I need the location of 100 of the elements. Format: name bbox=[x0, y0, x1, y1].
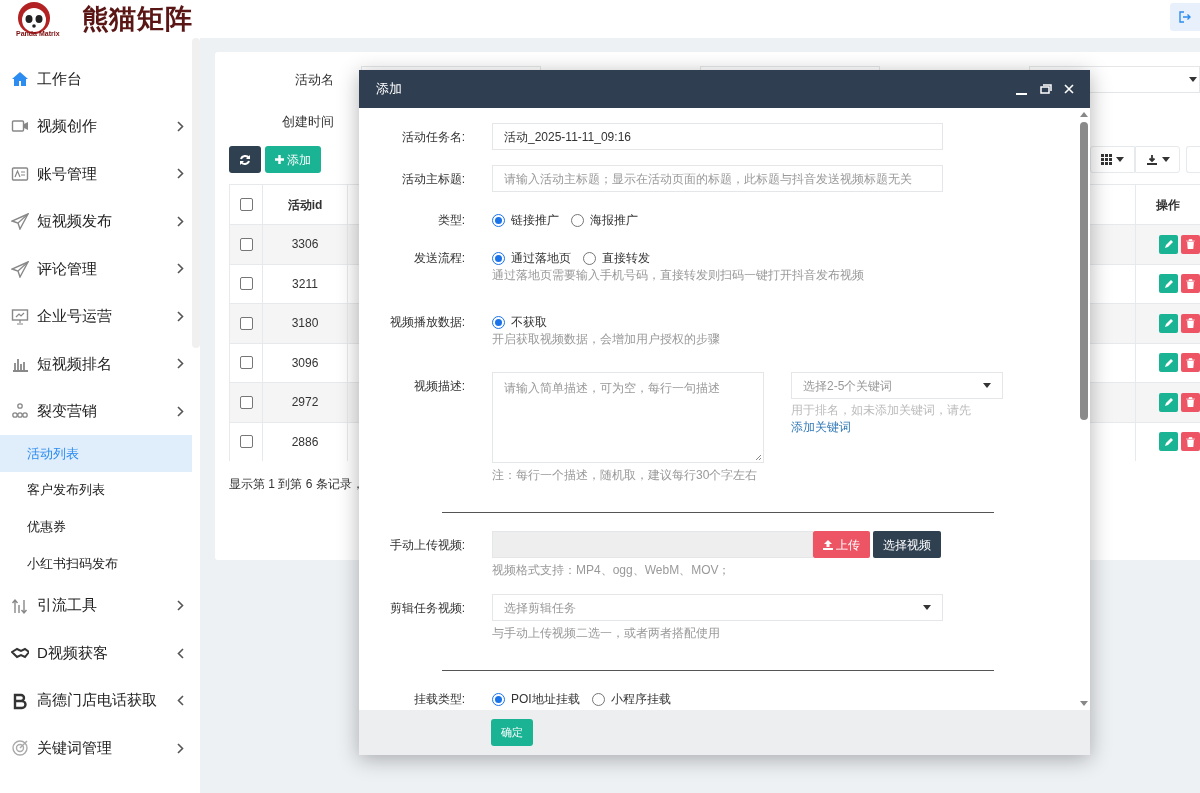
plus-icon bbox=[275, 155, 284, 164]
table-cell: 3306 bbox=[263, 225, 348, 264]
checkbox[interactable] bbox=[239, 277, 253, 291]
table-cell: 2972 bbox=[263, 383, 348, 422]
trash-icon bbox=[1186, 357, 1195, 368]
sidebar-item[interactable]: 评论管理 bbox=[0, 245, 192, 293]
radio-option[interactable]: 不获取 bbox=[492, 313, 547, 331]
bold-b-icon bbox=[11, 691, 29, 710]
checkbox[interactable] bbox=[239, 356, 253, 370]
filter-label: 创建时间 bbox=[281, 112, 334, 131]
edit-button[interactable] bbox=[1159, 432, 1178, 452]
logout-icon bbox=[1179, 11, 1191, 23]
trash-icon bbox=[1186, 239, 1195, 250]
close-icon bbox=[1064, 84, 1074, 94]
sidebar-item[interactable]: 引流工具 bbox=[0, 581, 192, 630]
add-keyword-link[interactable]: 添加关键词 bbox=[791, 420, 851, 434]
field-label: 视频播放数据: bbox=[388, 314, 465, 331]
field-label: 挂载类型: bbox=[412, 691, 465, 708]
target-icon bbox=[11, 739, 29, 757]
help-text: 与手动上传视频二选一，或者两者搭配使用 bbox=[492, 625, 721, 642]
sidebar-item[interactable]: 高德门店电话获取 bbox=[0, 676, 192, 725]
radio-option[interactable]: 小程序挂载 bbox=[591, 690, 671, 708]
edit-button[interactable] bbox=[1159, 392, 1178, 412]
refresh-icon bbox=[239, 153, 251, 166]
sidebar-item[interactable]: 短视频排名 bbox=[0, 340, 192, 388]
close-button[interactable] bbox=[1064, 83, 1076, 95]
dialog-title: 添加 bbox=[376, 80, 402, 99]
home-icon bbox=[11, 69, 29, 88]
grid-icon bbox=[1101, 154, 1112, 165]
sidebar-subitem[interactable]: 小红书扫码发布 bbox=[0, 545, 192, 582]
field-label: 剪辑任务视频: bbox=[388, 599, 465, 617]
paper-plane-icon bbox=[11, 259, 29, 278]
id-card-icon bbox=[11, 164, 29, 183]
caret-icon bbox=[1161, 157, 1170, 162]
chevron-right-icon bbox=[177, 215, 184, 227]
field-label: 类型: bbox=[436, 212, 465, 229]
checkbox[interactable] bbox=[239, 198, 253, 211]
sidebar-item[interactable]: 短视频发布 bbox=[0, 197, 192, 245]
delete-button[interactable] bbox=[1181, 234, 1200, 254]
sidebar-subitem[interactable]: 优惠券 bbox=[0, 508, 192, 546]
filter-label: 活动名 bbox=[294, 70, 334, 89]
checkbox[interactable] bbox=[239, 316, 253, 330]
choose-video-button[interactable]: 选择视频 bbox=[873, 531, 941, 558]
minimize-icon bbox=[1016, 93, 1027, 95]
refresh-button[interactable] bbox=[229, 146, 261, 173]
columns-button[interactable] bbox=[1090, 146, 1135, 173]
pencil-icon bbox=[1163, 436, 1174, 447]
export-button[interactable] bbox=[1135, 146, 1180, 173]
checkbox[interactable] bbox=[239, 237, 253, 251]
presentation-icon bbox=[11, 307, 29, 326]
maximize-button[interactable] bbox=[1040, 83, 1052, 95]
sidebar-item[interactable]: 关键词管理 bbox=[0, 724, 192, 772]
scroll-up-icon bbox=[1079, 112, 1088, 117]
table-cell: 2886 bbox=[263, 422, 348, 461]
pencil-icon bbox=[1163, 397, 1174, 408]
chevron-right-icon bbox=[177, 405, 184, 417]
sitemap-icon bbox=[11, 402, 29, 421]
sidebar-item[interactable]: 工作台 bbox=[0, 55, 192, 103]
sidebar-item[interactable]: 视频创作 bbox=[0, 102, 192, 150]
edit-button[interactable] bbox=[1159, 234, 1178, 254]
sidebar-item[interactable]: 账号管理 bbox=[0, 150, 192, 198]
checkbox[interactable] bbox=[239, 395, 253, 409]
help-text: 用于排名，如未添加关键词，请先 添加关键词 bbox=[791, 402, 972, 436]
sidebar-item[interactable]: D视频获客 bbox=[0, 629, 192, 677]
caret-icon bbox=[1116, 157, 1124, 162]
edit-button[interactable] bbox=[1159, 313, 1178, 333]
radio-option[interactable]: 链接推广 bbox=[492, 211, 559, 229]
chevron-right-icon bbox=[177, 600, 184, 611]
sidebar-item[interactable]: 企业号运营 bbox=[0, 292, 192, 340]
checkbox[interactable] bbox=[239, 435, 253, 449]
chevron-right-icon bbox=[177, 742, 184, 754]
pencil-icon bbox=[1163, 239, 1174, 250]
resize-handle-icon bbox=[755, 454, 762, 461]
field-label: 视频描述: bbox=[412, 377, 465, 395]
chevron-left-icon bbox=[177, 647, 184, 659]
radio-option[interactable]: 通过落地页 bbox=[492, 249, 571, 267]
sidebar-item[interactable]: 裂变营销 bbox=[0, 387, 192, 435]
scrollbar[interactable] bbox=[1079, 112, 1088, 706]
sidebar-subitem[interactable]: 客户发布列表 bbox=[0, 471, 192, 509]
radio-option[interactable]: 海报推广 bbox=[571, 211, 638, 229]
caret-icon bbox=[1189, 77, 1197, 82]
delete-button[interactable] bbox=[1181, 274, 1200, 294]
field-label: 手动上传视频: bbox=[388, 536, 465, 554]
trash-icon bbox=[1186, 318, 1195, 329]
delete-button[interactable] bbox=[1181, 353, 1200, 373]
radio-option[interactable]: 直接转发 bbox=[583, 249, 650, 267]
help-text: 开启获取视频数据，会增加用户授权的步骤 bbox=[492, 331, 720, 348]
radio-option[interactable]: POI地址挂载 bbox=[492, 690, 580, 708]
edit-button[interactable] bbox=[1159, 274, 1178, 294]
help-text: 注：每行一个描述，随机取，建议每行30个字左右 bbox=[492, 467, 759, 484]
restore-icon bbox=[1040, 84, 1052, 94]
logout-button[interactable] bbox=[1170, 3, 1200, 31]
trash-icon bbox=[1186, 397, 1195, 408]
trash-icon bbox=[1186, 436, 1195, 447]
edit-button[interactable] bbox=[1159, 353, 1178, 373]
chevron-right-icon bbox=[177, 263, 184, 275]
delete-button[interactable] bbox=[1181, 432, 1200, 452]
text-field[interactable]: 活动_2025-11-11_09:16 bbox=[492, 123, 943, 150]
delete-button[interactable] bbox=[1181, 313, 1200, 333]
delete-button[interactable] bbox=[1181, 392, 1200, 412]
